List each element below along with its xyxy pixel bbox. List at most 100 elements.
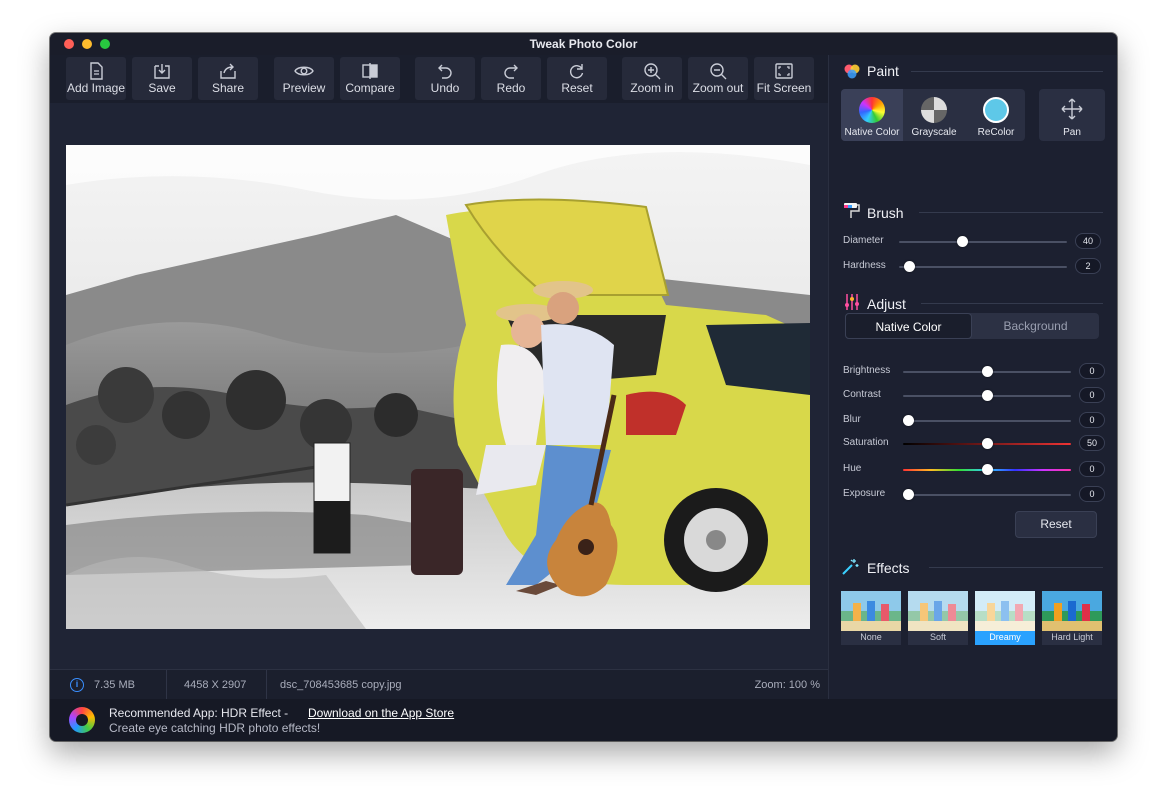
adjust-reset-button[interactable]: Reset [1015, 511, 1097, 538]
effect-dreamy[interactable]: Dreamy [975, 591, 1035, 645]
zoom-out-icon [688, 57, 748, 81]
blur-slider-row: Blur 0 [841, 412, 1105, 430]
effect-thumbnail [841, 591, 901, 631]
redo-button[interactable]: Redo [481, 57, 541, 100]
effect-none[interactable]: None [841, 591, 901, 645]
hue-slider-row: Hue 0 [841, 461, 1105, 479]
contrast-value[interactable]: 0 [1079, 387, 1105, 403]
eye-icon [274, 57, 334, 81]
brush-section-title: Brush [867, 205, 904, 221]
effect-thumbnail [975, 591, 1035, 631]
contrast-slider-row: Contrast 0 [841, 387, 1105, 405]
status-bar: i 7.35 MB 4458 X 2907 dsc_708453685 copy… [50, 669, 828, 700]
minimize-window-button[interactable] [82, 39, 92, 49]
exposure-track[interactable] [903, 494, 1071, 496]
undo-button[interactable]: Undo [415, 57, 475, 100]
exposure-value[interactable]: 0 [1079, 486, 1105, 502]
saturation-slider-row: Saturation 50 [841, 435, 1105, 453]
pan-arrows-icon [1061, 98, 1083, 120]
file-name: dsc_708453685 copy.jpg [280, 679, 402, 691]
share-button[interactable]: Share [198, 57, 258, 100]
preview-button[interactable]: Preview [274, 57, 334, 100]
brightness-value[interactable]: 0 [1079, 363, 1105, 379]
effect-thumbnail [908, 591, 968, 631]
save-button[interactable]: Save [132, 57, 192, 100]
blur-slider-knob[interactable] [903, 415, 914, 426]
fit-screen-button[interactable]: Fit Screen [754, 57, 814, 100]
blur-track[interactable] [903, 420, 1071, 422]
image-dimensions: 4458 X 2907 [184, 679, 247, 691]
hue-slider-knob[interactable] [982, 464, 993, 475]
diameter-value[interactable]: 40 [1075, 233, 1101, 249]
saturation-slider-knob[interactable] [982, 438, 993, 449]
file-size: 7.35 MB [94, 679, 135, 691]
title-bar: Tweak Photo Color [50, 33, 1117, 55]
info-icon[interactable]: i [70, 678, 84, 692]
blur-value[interactable]: 0 [1079, 412, 1105, 428]
hardness-value[interactable]: 2 [1075, 258, 1101, 274]
paint-mode-group: Native Color Grayscale ReColor [841, 89, 1025, 141]
effect-hard-light[interactable]: Hard Light [1042, 591, 1102, 645]
effects-section-title: Effects [867, 560, 910, 576]
exposure-slider-knob[interactable] [903, 489, 914, 500]
adjust-section-title: Adjust [867, 296, 906, 312]
add-image-button[interactable]: Add Image [66, 57, 126, 100]
promo-bar: Recommended App: HDR Effect - Download o… [50, 699, 1117, 741]
compare-button[interactable]: Compare [340, 57, 400, 100]
close-window-button[interactable] [64, 39, 74, 49]
hardness-slider-knob[interactable] [904, 261, 915, 272]
tab-background[interactable]: Background [972, 313, 1099, 339]
reset-button[interactable]: Reset [547, 57, 607, 100]
recolor-button[interactable]: ReColor [965, 89, 1027, 141]
right-panel: Paint Native Color Grayscale ReColor Pan [828, 55, 1117, 699]
diameter-slider-row: Diameter 40 [841, 233, 1105, 251]
compare-icon [340, 57, 400, 81]
zoom-in-icon [622, 57, 682, 81]
saturation-value[interactable]: 50 [1079, 435, 1105, 451]
diameter-track[interactable] [899, 241, 1067, 243]
app-store-link[interactable]: Download on the App Store [308, 706, 454, 720]
hue-value[interactable]: 0 [1079, 461, 1105, 477]
status-divider [266, 670, 267, 700]
brightness-slider-knob[interactable] [982, 366, 993, 377]
undo-icon [415, 57, 475, 81]
section-divider [911, 71, 1103, 72]
section-divider [919, 212, 1103, 213]
section-divider [921, 303, 1103, 304]
color-wheel-icon [859, 97, 885, 123]
canvas-area[interactable] [50, 103, 828, 669]
hardness-track[interactable] [899, 266, 1067, 268]
promo-app-name: HDR Effect - [221, 706, 289, 720]
promo-tagline: Create eye catching HDR photo effects! [109, 721, 321, 735]
paint-palette-icon [844, 64, 860, 79]
diameter-slider-knob[interactable] [957, 236, 968, 247]
paint-roller-icon [844, 203, 860, 218]
download-tray-icon [132, 57, 192, 81]
paint-section-title: Paint [867, 63, 899, 79]
redo-icon [481, 57, 541, 81]
refresh-icon [547, 57, 607, 81]
grayscale-button[interactable]: Grayscale [903, 89, 965, 141]
native-color-button[interactable]: Native Color [841, 89, 903, 141]
contrast-slider-knob[interactable] [982, 390, 993, 401]
recolor-swatch-icon [983, 97, 1009, 123]
share-icon [198, 57, 258, 81]
hdr-effect-logo-icon[interactable] [69, 707, 95, 733]
window-title: Tweak Photo Color [529, 37, 638, 51]
magic-wand-icon [842, 559, 859, 575]
pan-button[interactable]: Pan [1039, 89, 1105, 141]
zoom-out-button[interactable]: Zoom out [688, 57, 748, 100]
adjust-target-toggle: Native Color Background [845, 313, 1099, 339]
edited-photo[interactable] [66, 145, 810, 629]
brightness-slider-row: Brightness 0 [841, 363, 1105, 381]
hardness-slider-row: Hardness 2 [841, 258, 1105, 276]
tab-native-color[interactable]: Native Color [845, 313, 972, 339]
fit-screen-icon [754, 57, 814, 81]
app-window: Tweak Photo Color Add Image Save Share P… [50, 33, 1117, 741]
maximize-window-button[interactable] [100, 39, 110, 49]
zoom-in-button[interactable]: Zoom in [622, 57, 682, 100]
sliders-icon [845, 294, 859, 310]
promo-recommended: Recommended App: [109, 706, 218, 720]
zoom-level: Zoom: 100 % [754, 679, 820, 691]
effect-soft[interactable]: Soft [908, 591, 968, 645]
